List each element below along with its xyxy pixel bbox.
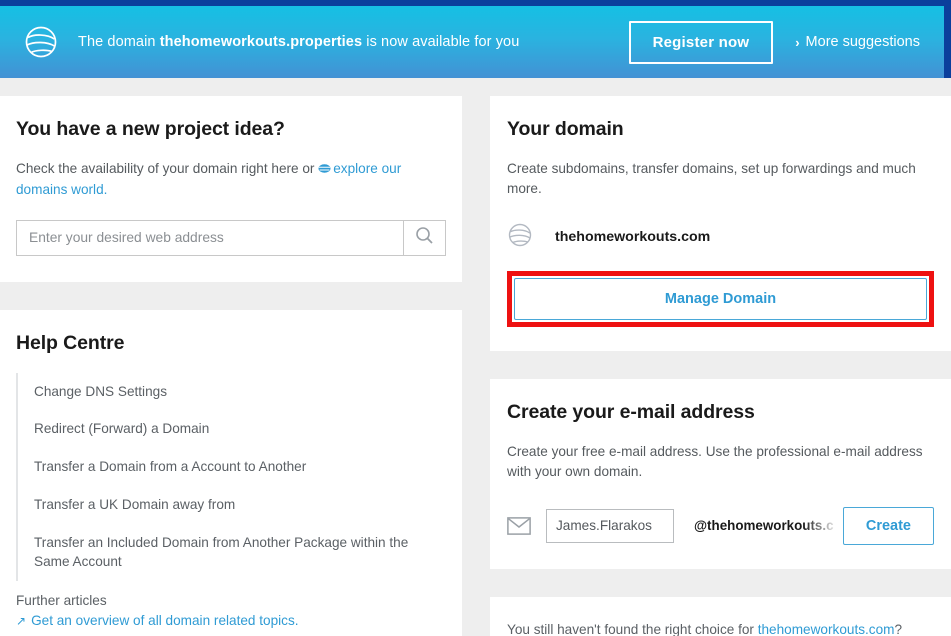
your-domain-card: Your domain Create subdomains, transfer … (490, 96, 951, 351)
banner-text-before: The domain (78, 33, 160, 50)
feedback-card: You still haven't found the right choice… (490, 596, 951, 636)
domain-search-row (16, 219, 446, 256)
feedback-domain-link[interactable]: thehomeworkouts.com (758, 622, 895, 636)
manage-domain-button[interactable]: Manage Domain (514, 277, 927, 320)
help-centre-card: Help Centre Change DNS Settings Redirect… (0, 309, 462, 636)
banner-message: The domain thehomeworkouts.properties is… (78, 33, 519, 52)
page-root: The domain thehomeworkouts.properties is… (0, 0, 951, 636)
feedback-question: You still haven't found the right choice… (507, 619, 934, 636)
help-article-item[interactable]: Transfer a UK Domain away from (34, 486, 446, 524)
email-domain-suffix: @thehomeworkouts.com (694, 518, 834, 534)
register-now-button[interactable]: Register now (628, 20, 774, 64)
help-centre-title: Help Centre (16, 331, 125, 354)
banner-domain: thehomeworkouts.properties (159, 33, 363, 50)
globe-icon (507, 222, 533, 253)
envelope-icon (507, 516, 535, 535)
left-column: You have a new project idea? Check the a… (0, 96, 462, 636)
create-email-title: Create your e-mail address (507, 400, 755, 423)
feedback-text-before: You still haven't found the right choice… (507, 621, 758, 636)
manage-domain-highlight: Manage Domain (507, 270, 934, 327)
chevron-right-icon: › (795, 34, 800, 50)
email-creation-row: @thehomeworkouts.com Create (507, 506, 934, 545)
project-card-title: You have a new project idea? (16, 118, 285, 140)
promo-banner: The domain thehomeworkouts.properties is… (0, 0, 951, 78)
right-column: Your domain Create subdomains, transfer … (490, 96, 951, 636)
search-button[interactable] (403, 219, 446, 256)
domain-topics-overview-label: Get an overview of all domain related to… (31, 613, 299, 628)
help-article-list: Change DNS Settings Redirect (Forward) a… (16, 372, 446, 581)
create-email-description: Create your free e-mail address. Use the… (507, 443, 923, 480)
more-suggestions-link[interactable]: › More suggestions (795, 34, 920, 50)
more-suggestions-label: More suggestions (805, 34, 920, 50)
arrow-northeast-icon: ↗ (16, 614, 27, 628)
your-domain-description: Create subdomains, transfer domains, set… (507, 161, 916, 197)
help-article-item[interactable]: Transfer a Domain from a Account to Anot… (34, 448, 446, 486)
create-email-button[interactable]: Create (842, 506, 934, 545)
help-article-item[interactable]: Transfer an Included Domain from Another… (34, 524, 446, 581)
help-article-item[interactable]: Change DNS Settings (34, 373, 446, 411)
project-description-text: Check the availability of your domain ri… (16, 161, 319, 176)
feedback-text-after: ? (894, 621, 903, 636)
domain-entry-row: thehomeworkouts.com (507, 222, 934, 253)
globe-icon (22, 23, 60, 61)
banner-text-after: is now available for you (362, 33, 520, 50)
search-input[interactable] (16, 219, 403, 256)
domain-topics-overview-link[interactable]: ↗ Get an overview of all domain related … (16, 613, 446, 628)
create-email-card: Create your e-mail address Create your f… (490, 378, 951, 569)
search-icon (415, 226, 434, 250)
project-card-description: Check the availability of your domain ri… (16, 159, 446, 201)
your-domain-title: Your domain (507, 118, 624, 140)
world-globe-icon (318, 160, 331, 180)
help-article-item[interactable]: Redirect (Forward) a Domain (34, 410, 446, 448)
further-articles-label: Further articles (16, 593, 107, 608)
email-local-part-input[interactable] (546, 508, 674, 543)
domain-name-label: thehomeworkouts.com (555, 229, 711, 246)
project-idea-card: You have a new project idea? Check the a… (0, 96, 462, 282)
